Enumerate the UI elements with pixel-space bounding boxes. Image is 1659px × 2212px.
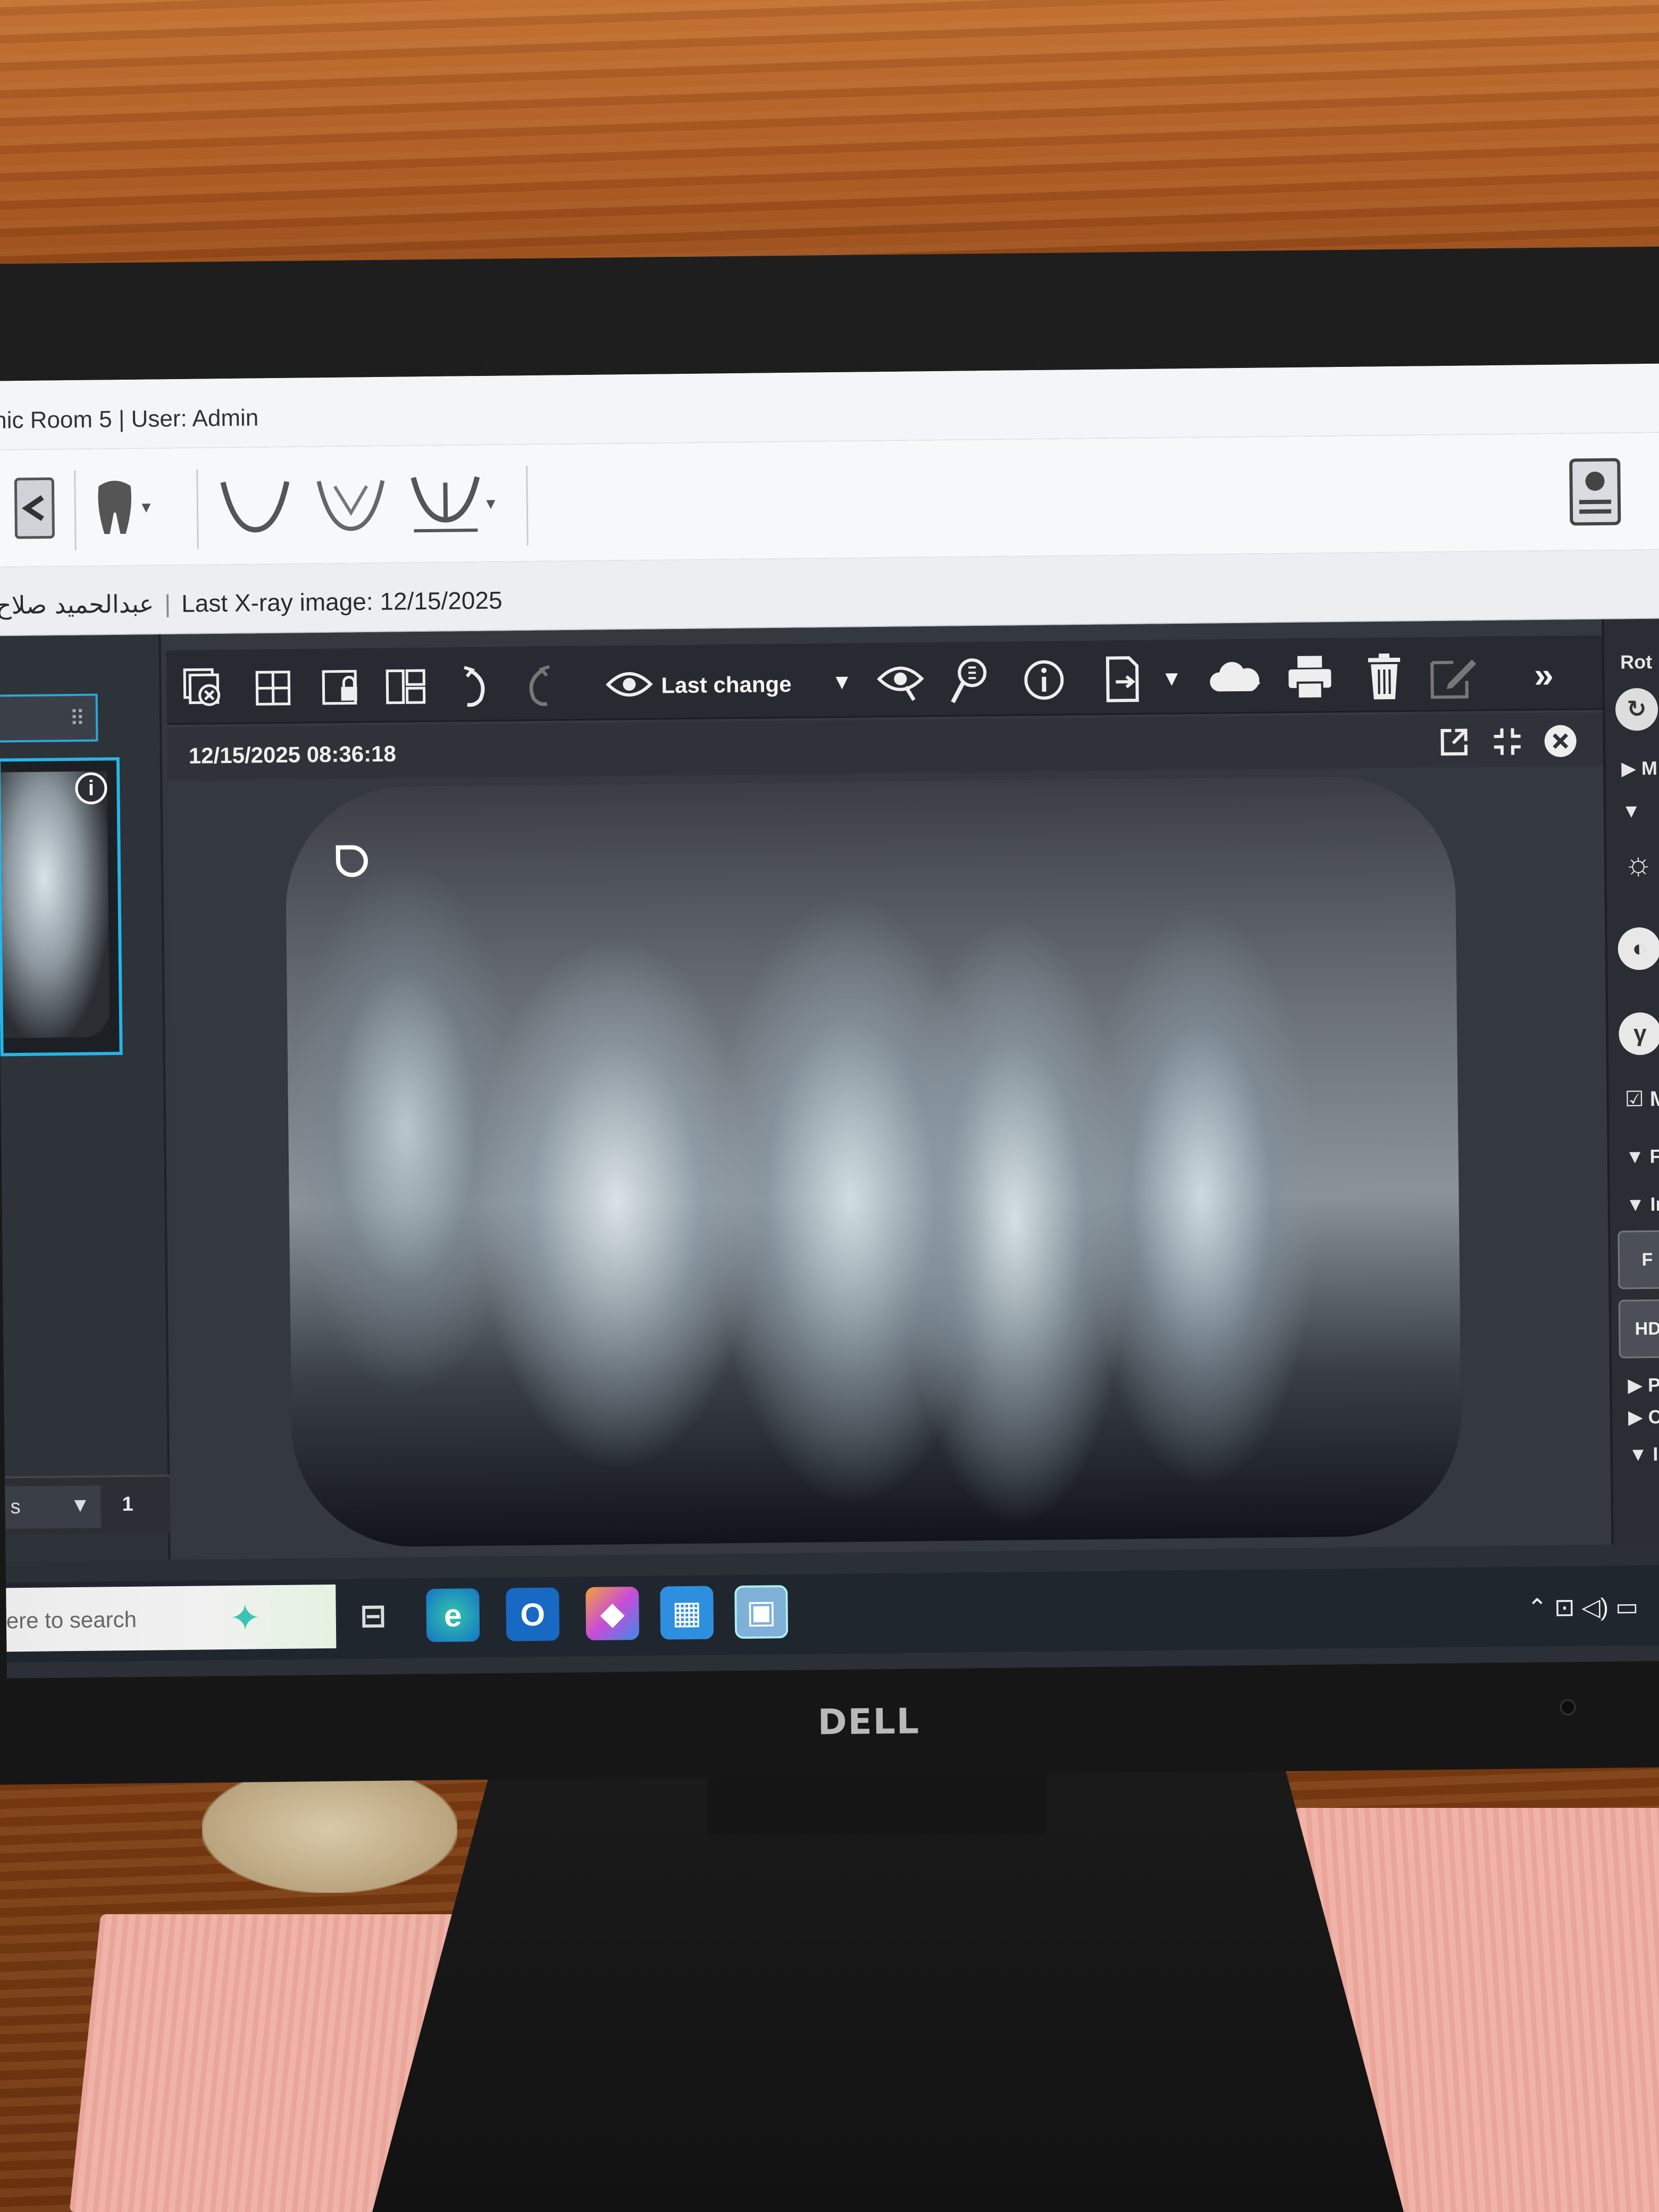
contrast-icon[interactable]: ◐ [1618,927,1659,970]
filter-hd-label: HD [1635,1318,1659,1339]
layout-icon[interactable] [379,663,433,711]
window-title: nic Room 5 | User: Admin [0,405,259,434]
thumbnail-panel: ⠿ i s ▼ 1 [0,634,171,1562]
image-viewer: Last change ▼ ▼ » 12/15/2025 08:36:18 [166,619,1636,1560]
edit-icon[interactable] [1427,651,1480,700]
screen: nic Room 5 | User: Admin ▾ ▾ عبدالحميد ص… [0,363,1659,1679]
cephalo-label: Cephal [1648,1405,1659,1428]
implant-search-icon[interactable] [943,657,996,705]
filter-label: Filt [1649,1145,1659,1167]
thumbnail-panel-footer: s ▼ 1 [4,1474,171,1535]
auto-checkbox[interactable]: ☑ Mo [1624,1086,1659,1111]
checkbox-label: Mo [1649,1087,1659,1111]
patient-name: عبدالحميد صلاح [0,589,154,620]
dell-logo: DELL [817,1700,920,1743]
popout-icon[interactable] [1432,723,1476,761]
monitor: nic Room 5 | User: Admin ▾ ▾ عبدالحميد ص… [0,246,1659,1785]
search-placeholder: ere to search [6,1606,137,1633]
filter-section-header[interactable]: ▼ Filt [1626,1145,1659,1168]
jaw-arch-upper-icon[interactable] [308,462,394,548]
taskbar-search-box[interactable]: ere to search ✦ [6,1584,337,1652]
brightness-icon[interactable]: ☼ [1617,842,1659,885]
info-icon[interactable] [1017,656,1071,704]
image-timestamp: 12/15/2025 08:36:18 [188,741,397,768]
divider: | [164,590,171,618]
info-icon[interactable]: i [75,772,107,805]
section-m-label: M [1641,757,1658,780]
rotate-section-label: Rot [1620,650,1653,673]
chevron-down-icon[interactable]: ▼ [815,658,869,706]
cephalo-section-header[interactable]: ▶ Cephal [1628,1405,1659,1429]
export-icon[interactable] [1097,655,1151,703]
last-xray-date: Last X-ray image: 12/15/2025 [181,586,502,617]
series-select[interactable]: s ▼ [5,1485,102,1529]
collapse-icon[interactable] [1486,723,1529,760]
close-icon[interactable] [1539,722,1582,760]
filter-hd-tool[interactable]: HD [1618,1299,1659,1359]
tooth-icon[interactable]: ▾ [90,464,155,550]
xray-image[interactable] [284,775,1463,1548]
delete-icon[interactable] [1358,652,1411,701]
invert-label: Invert [1653,1442,1659,1465]
orientation-marker [336,845,368,877]
gamma-icon[interactable]: γ [1619,1012,1659,1055]
invert-section-header[interactable]: ▼ Invert [1629,1443,1659,1466]
panoramic-section-header[interactable]: ▶ Panora [1628,1373,1659,1397]
xray-app-icon[interactable]: ▣ [734,1585,789,1639]
view-mode-label[interactable]: Last change [661,672,792,699]
intraoral-label: Intra [1650,1193,1659,1215]
grid-icon[interactable] [246,664,300,713]
copilot-icon[interactable]: ◆ [585,1586,640,1640]
eye-icon[interactable] [602,660,656,708]
intraoral-section-header[interactable]: ▼ Intra [1626,1193,1659,1216]
dental-xray-teeth [284,775,1463,1548]
filter-f-tool[interactable]: F [1618,1230,1659,1289]
grip-icon[interactable]: ⠿ [70,707,86,731]
ribbon-separator [74,470,77,550]
section-expanded-header[interactable]: ▼ [1622,800,1641,822]
image-count: 1 [122,1493,133,1516]
viewer-toolbar: Last change ▼ ▼ » [166,635,1635,725]
tissue [202,1765,457,1893]
system-tray[interactable]: ⌃ ⊡ ◁) ▭ [1527,1592,1638,1622]
thumbnail-panel-header[interactable]: ⠿ [0,693,98,743]
series-select-value: s [10,1496,21,1519]
cloud-upload-icon[interactable] [1209,654,1262,702]
radiation-document-icon[interactable] [1563,449,1628,534]
outlook-icon[interactable]: O [506,1587,560,1641]
more-icon[interactable]: » [1517,650,1571,699]
task-view-icon[interactable]: ⊟ [346,1589,400,1643]
section-m-header[interactable]: ▶ M [1621,757,1657,780]
undo-icon[interactable] [448,662,502,710]
ribbon-toolbar: ▾ ▾ [0,432,1659,567]
adjustments-panel: Rot ↻ ▶ M ▼ ☼ ◐ γ ☑ Mo ▼ Filt ▼ Intra F … [1602,618,1659,1545]
eye-search-icon[interactable] [874,657,927,706]
close-all-icon[interactable] [177,665,231,713]
ribbon-separator [526,465,529,546]
redo-icon[interactable] [512,661,566,709]
thumbnail-image [1,771,110,1038]
chevron-down-icon: ▼ [70,1494,90,1517]
xray-thumbnail[interactable]: i [0,757,123,1057]
main-area: ⠿ i s ▼ 1 Last change ▼ ▼ » 12/15/2025 0… [0,618,1659,1562]
store-icon[interactable]: ▦ [660,1586,714,1640]
ribbon-separator [196,469,199,549]
jaw-arch-icon[interactable] [212,463,298,549]
chevron-down-icon[interactable]: ▼ [1145,655,1199,703]
filter-f-label: F [1641,1249,1653,1270]
power-button-icon[interactable] [1560,1699,1576,1715]
back-document-icon[interactable] [5,465,64,551]
rotate-icon[interactable]: ↻ [1615,688,1658,731]
print-icon[interactable] [1283,653,1337,701]
edge-browser-icon[interactable]: e [426,1588,480,1643]
windows-taskbar: ere to search ✦ ⊟ e O ◆ ▦ ▣ ⌃ ⊡ ◁) ▭ [6,1565,1659,1663]
jaw-arch-full-icon[interactable]: ▾ [398,460,506,547]
copilot-sparkle-icon: ✦ [229,1597,261,1639]
panoramic-label: Panora [1647,1373,1659,1396]
lock-layout-icon[interactable] [315,663,369,711]
